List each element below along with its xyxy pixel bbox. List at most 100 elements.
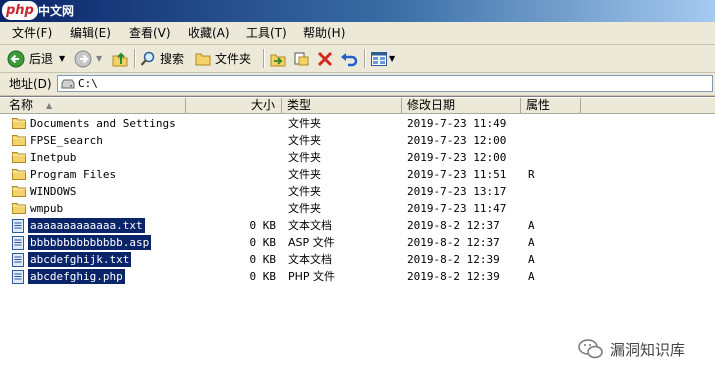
file-modified: 2019-8-2 12:39 — [407, 270, 500, 283]
menu-help[interactable]: 帮助(H) — [303, 25, 345, 41]
file-row[interactable]: wmpub 文件夹 2019-7-23 11:47 — [0, 200, 715, 217]
move-to-button[interactable] — [269, 48, 287, 69]
file-name: Inetpub — [30, 151, 77, 164]
folder-icon — [12, 202, 26, 214]
views-button[interactable]: ▼ — [371, 48, 395, 69]
file-name: WINDOWS — [30, 185, 77, 198]
file-modified: 2019-8-2 12:37 — [407, 219, 500, 232]
menu-file[interactable]: 文件(F) — [12, 25, 52, 41]
menu-tools[interactable]: 工具(T) — [246, 25, 287, 41]
file-name: Documents and Settings — [30, 117, 176, 130]
search-icon — [140, 51, 155, 66]
file-type: PHP 文件 — [288, 270, 336, 283]
file-attributes: A — [528, 219, 535, 232]
file-name: abcdefghig.php — [28, 269, 125, 284]
file-attributes: A — [528, 270, 535, 283]
search-button[interactable]: 搜索 — [140, 48, 184, 69]
folders-label: 文件夹 — [215, 52, 252, 66]
file-name: wmpub — [30, 202, 64, 215]
drive-icon — [61, 79, 75, 89]
column-modified-label: 修改日期 — [407, 98, 456, 112]
column-header-type[interactable]: 类型 — [282, 98, 402, 114]
column-attributes-label: 属性 — [526, 98, 551, 112]
file-type: 文件夹 — [288, 185, 321, 198]
file-size: 0 KB — [249, 270, 277, 283]
up-folder-button[interactable] — [111, 48, 129, 69]
chevron-down-icon[interactable]: ▼ — [96, 54, 102, 63]
file-list: 名称 ▲ 大小 类型 修改日期 属性 Documents and Setting… — [0, 96, 715, 379]
menu-favorites[interactable]: 收藏(A) — [188, 25, 230, 41]
address-value: C:\ — [78, 77, 98, 90]
file-type: 文件夹 — [288, 168, 321, 181]
address-bar: 地址(D) C:\ — [0, 73, 715, 96]
document-icon — [12, 253, 26, 267]
back-button[interactable]: 后退 ▼ — [7, 48, 65, 69]
file-type: 文件夹 — [288, 117, 321, 130]
sort-ascending-icon: ▲ — [46, 101, 53, 110]
file-attributes: A — [528, 236, 535, 249]
title-bar: php 中文网 — [0, 0, 715, 22]
document-icon — [12, 236, 26, 250]
forward-button[interactable]: ▼ — [74, 48, 102, 69]
file-row[interactable]: abcdefghig.php 0 KB PHP 文件 2019-8-2 12:39 A — [0, 268, 715, 285]
back-arrow-icon — [7, 50, 25, 67]
folder-icon — [12, 151, 26, 163]
address-label: 地址(D) — [9, 77, 52, 91]
menu-edit[interactable]: 编辑(E) — [70, 25, 111, 41]
file-modified: 2019-7-23 13:17 — [407, 185, 507, 198]
forward-arrow-icon — [74, 50, 92, 67]
folder-icon — [12, 168, 26, 180]
file-modified: 2019-7-23 12:00 — [407, 151, 507, 164]
file-row[interactable]: abcdefghijk.txt 0 KB 文本文档 2019-8-2 12:39 A — [0, 251, 715, 268]
file-row[interactable]: WINDOWS 文件夹 2019-7-23 13:17 — [0, 183, 715, 200]
menu-bar: 文件(F) 编辑(E) 查看(V) 收藏(A) 工具(T) 帮助(H) — [0, 22, 715, 45]
wechat-icon — [578, 339, 603, 359]
column-name-label: 名称 — [9, 98, 34, 112]
file-row[interactable]: Documents and Settings 文件夹 2019-7-23 11:49 — [0, 115, 715, 132]
folder-up-icon — [112, 52, 128, 66]
file-type: 文本文档 — [288, 253, 332, 266]
file-name: aaaaaaaaaaaaa.txt — [28, 218, 145, 233]
file-row[interactable]: Inetpub 文件夹 2019-7-23 12:00 — [0, 149, 715, 166]
file-modified: 2019-8-2 12:39 — [407, 253, 500, 266]
file-row[interactable]: FPSE_search 文件夹 2019-7-23 12:00 — [0, 132, 715, 149]
menu-view[interactable]: 查看(V) — [129, 25, 171, 41]
watermark: 漏洞知识库 — [578, 338, 685, 360]
delete-button[interactable] — [317, 48, 333, 69]
file-size: 0 KB — [249, 219, 277, 232]
file-modified: 2019-7-23 11:49 — [407, 117, 507, 130]
column-header-filler — [581, 98, 715, 114]
file-modified: 2019-7-23 12:00 — [407, 134, 507, 147]
undo-icon — [341, 52, 358, 66]
column-header-modified[interactable]: 修改日期 — [402, 98, 521, 114]
folder-icon — [12, 134, 26, 146]
file-type: 文件夹 — [288, 134, 321, 147]
views-grid-icon — [371, 51, 387, 66]
document-icon — [12, 219, 26, 233]
file-name: FPSE_search — [30, 134, 103, 147]
column-header-attributes[interactable]: 属性 — [521, 98, 581, 114]
file-attributes: A — [528, 253, 535, 266]
copy-to-button[interactable] — [292, 48, 310, 69]
file-row[interactable]: Program Files 文件夹 2019-7-23 11:51 R — [0, 166, 715, 183]
address-input[interactable]: C:\ — [57, 75, 713, 92]
file-modified: 2019-7-23 11:51 — [407, 168, 507, 181]
chevron-down-icon[interactable]: ▼ — [59, 54, 65, 63]
folder-icon — [12, 117, 26, 129]
back-label: 后退 — [29, 52, 54, 66]
toolbar: 后退 ▼ ▼ 搜索 文件夹 ▼ — [0, 45, 715, 73]
folders-button[interactable]: 文件夹 — [195, 48, 251, 69]
file-row[interactable]: aaaaaaaaaaaaa.txt 0 KB 文本文档 2019-8-2 12:37 A — [0, 217, 715, 234]
file-type: 文件夹 — [288, 202, 321, 215]
file-size: 0 KB — [249, 253, 277, 266]
column-header-name[interactable]: 名称 ▲ — [0, 98, 186, 114]
chevron-down-icon[interactable]: ▼ — [389, 54, 395, 63]
file-modified: 2019-7-23 11:47 — [407, 202, 507, 215]
move-to-icon — [270, 54, 286, 66]
file-type: 文件夹 — [288, 151, 321, 164]
file-row[interactable]: bbbbbbbbbbbbbb.asp 0 KB ASP 文件 2019-8-2 12:… — [0, 234, 715, 251]
php-logo: php — [2, 1, 38, 20]
undo-button[interactable] — [340, 48, 358, 69]
column-type-label: 类型 — [287, 98, 312, 112]
column-header-size[interactable]: 大小 — [186, 98, 282, 114]
